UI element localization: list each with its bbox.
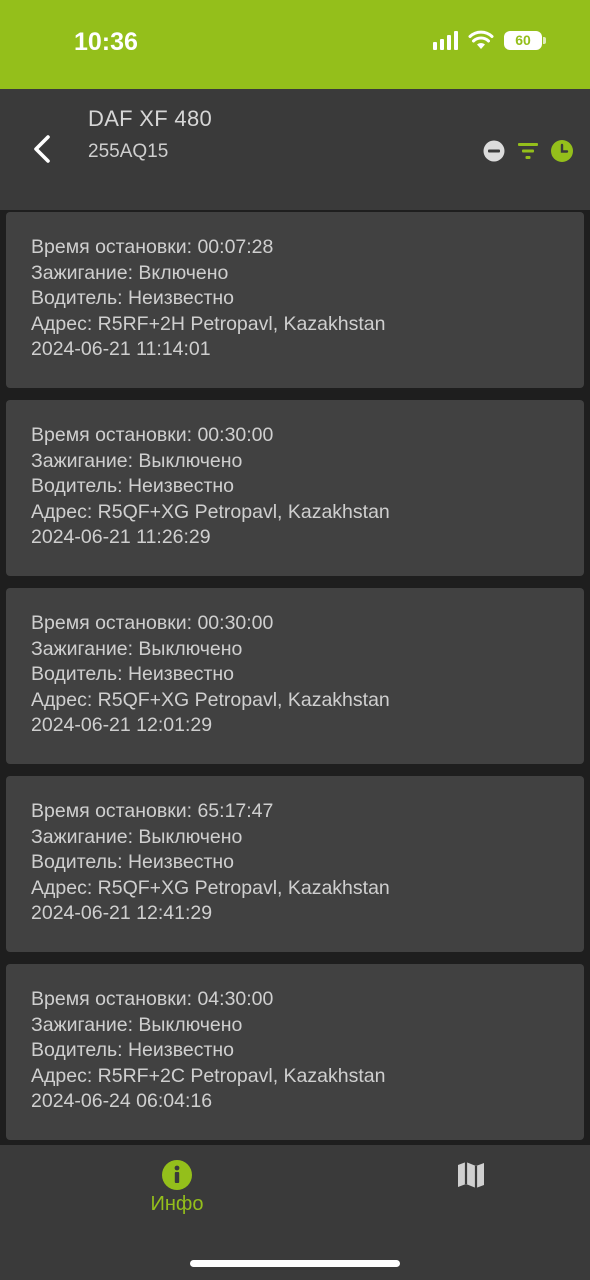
stop-card[interactable]: Время остановки: 04:30:00 Зажигание: Вык…: [6, 964, 584, 1140]
stop-datetime: 2024-06-21 11:14:01: [31, 338, 211, 361]
map-icon: [458, 1162, 484, 1188]
stop-address: Адрес: R5RF+2C Petropavl, Kazakhstan: [31, 1064, 386, 1087]
stop-ignition: Зажигание: Выключено: [31, 825, 243, 848]
stop-driver: Водитель: Неизвестно: [31, 851, 235, 874]
vehicle-name: DAF XF 480: [88, 106, 213, 131]
status-time: 10:36: [74, 28, 138, 56]
tab-info[interactable]: Инфо: [117, 1157, 237, 1237]
stop-card[interactable]: Время остановки: 65:17:47 Зажигание: Вык…: [6, 776, 584, 952]
clock-icon[interactable]: [550, 139, 574, 163]
stop-card[interactable]: Время остановки: 00:30:00 Зажигание: Вык…: [6, 400, 584, 576]
stop-driver: Водитель: Неизвестно: [31, 287, 235, 310]
tab-map[interactable]: [411, 1157, 531, 1237]
stop-duration: Время остановки: 65:17:47: [31, 800, 274, 822]
battery-icon: 60: [504, 30, 546, 50]
stop-datetime: 2024-06-21 12:01:29: [31, 714, 213, 737]
stop-duration: Время остановки: 00:30:00: [31, 612, 274, 634]
info-icon: [162, 1160, 192, 1190]
stop-datetime: 2024-06-21 11:26:29: [31, 526, 211, 549]
back-button[interactable]: [22, 129, 62, 169]
vehicle-plate: 255AQ15: [88, 141, 169, 162]
stop-card[interactable]: Время остановки: 00:30:00 Зажигание: Вык…: [6, 588, 584, 764]
signal-icon: [433, 30, 458, 50]
status-bar: 10:36 60: [0, 0, 590, 89]
stop-address: Адрес: R5QF+XG Petropavl, Kazakhstan: [31, 876, 390, 899]
stop-duration: Время остановки: 00:30:00: [31, 424, 274, 446]
stop-driver: Водитель: Неизвестно: [31, 1039, 235, 1062]
filter-icon[interactable]: [516, 139, 540, 163]
stop-datetime: 2024-06-21 12:41:29: [31, 902, 213, 925]
stop-ignition: Зажигание: Выключено: [31, 1013, 243, 1036]
tab-info-label: Инфо: [150, 1193, 204, 1215]
header-actions: [482, 139, 574, 163]
stop-address: Адрес: R5QF+XG Petropavl, Kazakhstan: [31, 688, 390, 711]
stop-driver: Водитель: Неизвестно: [31, 475, 235, 498]
stops-list[interactable]: Время остановки: 00:07:28 Зажигание: Вкл…: [0, 210, 590, 1145]
stop-ignition: Зажигание: Выключено: [31, 449, 243, 472]
stop-ignition: Зажигание: Включено: [31, 261, 229, 284]
stop-driver: Водитель: Неизвестно: [31, 663, 235, 686]
app-header: DAF XF 480 255AQ15: [0, 89, 590, 210]
stop-address: Адрес: R5RF+2H Petropavl, Kazakhstan: [31, 312, 386, 335]
home-indicator: [190, 1260, 400, 1267]
stop-duration: Время остановки: 00:07:28: [31, 236, 274, 258]
stop-address: Адрес: R5QF+XG Petropavl, Kazakhstan: [31, 500, 390, 523]
minus-circle-icon[interactable]: [482, 139, 506, 163]
stop-datetime: 2024-06-24 06:04:16: [31, 1090, 213, 1113]
stop-card[interactable]: Время остановки: 00:07:28 Зажигание: Вкл…: [6, 212, 584, 388]
stop-ignition: Зажигание: Выключено: [31, 637, 243, 660]
status-icons: 60: [433, 30, 546, 50]
stop-duration: Время остановки: 04:30:00: [31, 988, 274, 1010]
wifi-icon: [468, 30, 494, 49]
